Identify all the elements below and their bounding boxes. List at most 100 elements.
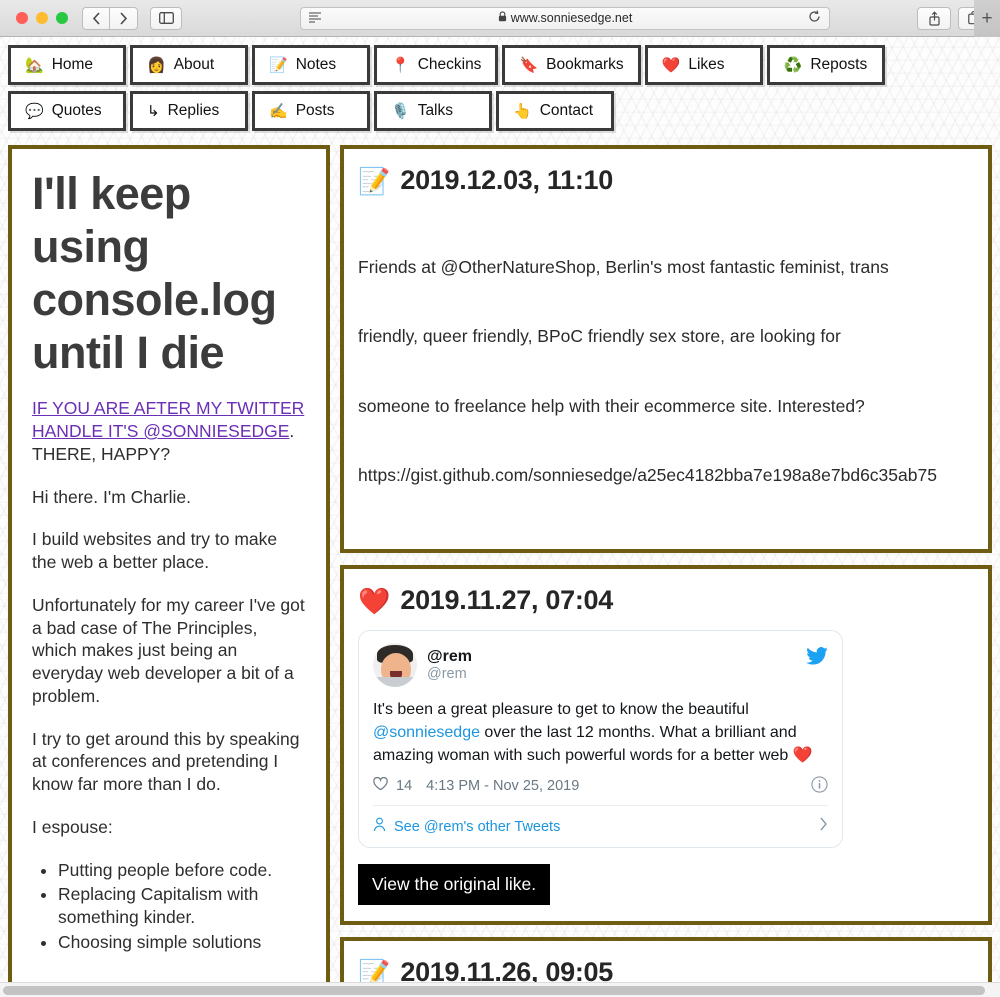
post-header: ❤️ 2019.11.27, 07:04 <box>358 585 974 616</box>
nav-item-posts[interactable]: ✍️ Posts <box>252 91 370 131</box>
heart-outline-icon[interactable] <box>373 777 388 795</box>
post-body: Friends at @OtherNatureShop, Berlin's mo… <box>358 210 974 533</box>
nav-item-label: Checkins <box>417 56 482 73</box>
maximize-window-button[interactable] <box>56 12 68 24</box>
avatar <box>373 643 417 688</box>
house-icon: 🏡 <box>25 56 44 74</box>
nav-item-label: Notes <box>295 56 337 73</box>
embedded-tweet[interactable]: @rem @rem It's been a great pleasure to … <box>358 630 843 849</box>
back-button[interactable] <box>82 6 110 30</box>
nav-item-notes[interactable]: 📝 Notes <box>252 45 370 85</box>
nav-item-checkins[interactable]: 📍 Checkins <box>374 45 499 85</box>
pointing-up-icon: 👆 <box>513 102 532 120</box>
nav-item-quotes[interactable]: 💬 Quotes <box>8 91 126 131</box>
intro-paragraph-2: I build websites and try to make the web… <box>32 529 278 573</box>
post-date: 2019.11.27, 07:04 <box>400 585 613 616</box>
browser-toolbar: www.sonniesedge.net + <box>0 0 1000 37</box>
nav-item-label: Replies <box>167 102 220 119</box>
minimize-window-button[interactable] <box>36 12 48 24</box>
post-body-line: friendly, queer friendly, BPoC friendly … <box>358 326 841 347</box>
post-body-line: someone to freelance help with their eco… <box>358 395 865 416</box>
address-bar[interactable]: www.sonniesedge.net <box>300 6 830 30</box>
list-item: Choosing simple solutions <box>58 931 306 954</box>
twitter-handle-paragraph: IF YOU ARE AFTER MY TWITTER HANDLE IT'S … <box>32 397 306 465</box>
writing-hand-icon: ✍️ <box>269 102 288 120</box>
nav-item-label: Likes <box>688 56 725 73</box>
bookmark-icon: 🔖 <box>519 56 539 74</box>
twitter-handle-link[interactable]: IF YOU ARE AFTER MY TWITTER HANDLE IT'S … <box>32 398 304 441</box>
person-icon: 👩 <box>147 56 166 74</box>
share-icon <box>928 10 940 26</box>
share-button[interactable] <box>917 6 951 30</box>
nav-item-bookmarks[interactable]: 🔖 Bookmarks <box>502 45 641 85</box>
chevron-right-icon <box>819 817 828 836</box>
tweet-footer-link[interactable]: See @rem's other Tweets <box>373 805 828 847</box>
nav-item-label: About <box>173 56 215 73</box>
list-item: Replacing Capitalism with something kind… <box>58 883 306 929</box>
intro-paragraph-1: Hi there. I'm Charlie. <box>32 486 191 507</box>
page-title: I'll keep using console.log until I die <box>32 168 277 379</box>
nav-item-label: Home <box>51 56 94 73</box>
nav-item-label: Posts <box>295 102 335 119</box>
navigation-buttons <box>82 6 138 30</box>
heart-icon: ❤️ <box>661 56 681 74</box>
close-window-button[interactable] <box>16 12 28 24</box>
nav-item-reposts[interactable]: ♻️ Reposts <box>766 45 885 85</box>
two-column-layout: I'll keep using console.log until I die … <box>8 145 992 997</box>
sidebar-toggle-icon <box>158 12 174 24</box>
recycle-icon: ♻️ <box>783 56 803 74</box>
nav-item-about[interactable]: 👩 About <box>130 45 248 85</box>
nav-item-label: Quotes <box>51 102 102 119</box>
memo-icon: 📝 <box>269 56 288 74</box>
nav-item-label: Contact <box>539 102 594 119</box>
tweet-author-handle: @rem <box>427 666 467 683</box>
heart-icon: ❤️ <box>358 585 391 616</box>
tweet-timestamp: 4:13 PM - Nov 25, 2019 <box>426 778 580 795</box>
horizontal-scrollbar[interactable] <box>0 982 1000 997</box>
tweet-footer-label: See @rem's other Tweets <box>394 818 561 835</box>
nav-item-contact[interactable]: 👆 Contact <box>496 91 614 131</box>
intro-paragraph-4: I try to get around this by speaking at … <box>32 728 300 795</box>
reload-button[interactable] <box>808 10 821 26</box>
post-item[interactable]: 📝 2019.12.03, 11:10 Friends at @OtherNat… <box>340 145 992 554</box>
back-arrow-icon <box>92 11 100 25</box>
nav-item-label: Reposts <box>810 56 868 73</box>
horizontal-scrollbar-thumb[interactable] <box>3 986 985 995</box>
nav-item-label: Talks <box>417 102 454 119</box>
info-circle-icon[interactable] <box>811 776 828 797</box>
microphone-icon: 🎙️ <box>391 102 410 120</box>
intro-paragraph-3: Unfortunately for my career I've got a b… <box>32 594 305 706</box>
post-item[interactable]: ❤️ 2019.11.27, 07:04 @rem @rem It's been… <box>340 565 992 926</box>
nav-item-replies[interactable]: ↳ Replies <box>130 91 248 131</box>
view-original-like-button[interactable]: View the original like. <box>358 864 551 906</box>
twitter-bird-icon[interactable] <box>806 647 828 670</box>
tweet-mention-link[interactable]: @sonniesedge <box>373 724 480 741</box>
principles-list: Putting people before code.Replacing Cap… <box>32 859 306 954</box>
post-body-line: Friends at @OtherNatureShop, Berlin's mo… <box>358 257 889 278</box>
tweet-header: @rem @rem <box>373 643 828 688</box>
tweet-meta: 14 4:13 PM - Nov 25, 2019 <box>373 776 828 805</box>
new-tab-plus-icon: + <box>981 7 993 29</box>
page-content: 🏡 Home 👩 About 📝 Notes 📍 Checkins 🔖 Bookmarks ❤️ Li… <box>0 37 1000 997</box>
lock-icon <box>498 11 507 25</box>
memo-icon: 📝 <box>358 165 391 196</box>
person-outline-icon <box>373 817 386 836</box>
tweet-author: @rem @rem <box>427 648 472 683</box>
forward-button[interactable] <box>110 6 138 30</box>
avatar-shirt <box>373 677 417 688</box>
post-date: 2019.12.03, 11:10 <box>400 165 613 195</box>
nav-item-label: Bookmarks <box>546 56 624 73</box>
posts-column: 📝 2019.12.03, 11:10 Friends at @OtherNat… <box>340 145 992 997</box>
reader-view-icon[interactable] <box>309 11 322 25</box>
url-text: www.sonniesedge.net <box>510 11 633 25</box>
post-header: 📝 2019.12.03, 11:10 <box>358 165 974 196</box>
speech-balloon-icon: 💬 <box>25 102 44 120</box>
nav-item-home[interactable]: 🏡 Home <box>8 45 126 85</box>
nav-item-likes[interactable]: ❤️ Likes <box>644 45 763 85</box>
sidebar-toggle-button[interactable] <box>150 6 182 30</box>
window-traffic-lights <box>16 12 68 24</box>
nav-item-talks[interactable]: 🎙️ Talks <box>374 91 492 131</box>
reply-arrow-icon: ↳ <box>147 102 160 120</box>
tweet-text-before: It's been a great pleasure to get to kno… <box>373 701 749 719</box>
new-tab-button[interactable]: + <box>974 0 1000 37</box>
